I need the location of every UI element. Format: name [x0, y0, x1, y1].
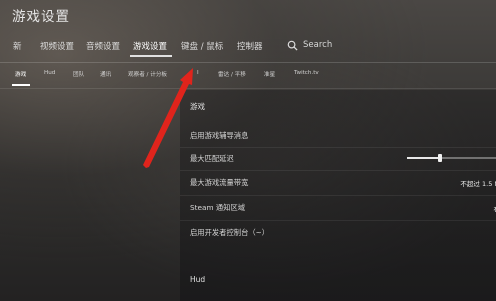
subtab-twitch[interactable]: Twitch.tv: [294, 70, 319, 76]
setting-label: Steam 通知区域: [190, 203, 246, 212]
subtab-crosshair[interactable]: 准星: [264, 70, 275, 78]
subtab-game[interactable]: 游戏: [15, 70, 26, 78]
tab-controller[interactable]: 控制器: [237, 40, 263, 52]
row-divider: [180, 170, 496, 171]
tab-video-settings[interactable]: 视频设置: [40, 40, 74, 52]
slider-handle[interactable]: [438, 154, 442, 162]
search-input[interactable]: [303, 40, 363, 50]
tab-game-settings[interactable]: 游戏设置: [133, 40, 167, 52]
subtab-comms[interactable]: 通讯: [100, 70, 111, 78]
max-ping-slider[interactable]: [407, 154, 496, 162]
setting-label: 启用游戏辅导消息: [190, 131, 249, 140]
subtab-item[interactable]: I: [197, 70, 199, 76]
active-subtab-underline: [12, 84, 30, 86]
tab-audio-settings[interactable]: 音频设置: [86, 40, 120, 52]
search-icon: [287, 36, 303, 55]
setting-row-developer-console[interactable]: 启用开发者控制台（~）: [180, 222, 496, 244]
setting-label: 最大游戏流量带宽: [190, 178, 249, 187]
setting-row-max-bandwidth[interactable]: 最大游戏流量带宽 不超过 1.5 M: [180, 172, 496, 194]
subtab-spectator-scoreboard[interactable]: 观察者 / 计分板: [128, 70, 167, 78]
tab-keyboard-mouse[interactable]: 键盘 / 鼠标: [181, 40, 223, 52]
setting-label: 启用开发者控制台（~）: [190, 228, 270, 237]
row-divider: [180, 220, 496, 221]
sub-nav: 游戏 Hud 团队 通讯 观察者 / 计分板 I 雷达 / 平移 准星 Twit…: [0, 65, 496, 85]
setting-row-steam-notification[interactable]: Steam 通知区域 右: [180, 197, 496, 219]
setting-label: 最大匹配延迟: [190, 154, 234, 163]
setting-row-coaching-messages[interactable]: 启用游戏辅导消息: [180, 125, 496, 147]
section-title-game: 游戏: [190, 102, 205, 111]
subtab-team[interactable]: 团队: [73, 70, 84, 78]
subtab-hud[interactable]: Hud: [44, 70, 55, 76]
bandwidth-value[interactable]: 不超过 1.5 M: [460, 178, 496, 188]
tab-new[interactable]: 新: [13, 40, 22, 52]
slider-fill: [407, 157, 440, 159]
nav-divider: [0, 62, 496, 63]
active-tab-underline: [130, 55, 172, 57]
page-title: 游戏设置: [12, 9, 70, 25]
subtab-radar-pan[interactable]: 雷达 / 平移: [218, 70, 246, 78]
subnav-divider: [0, 88, 496, 89]
main-nav: 新 视频设置 音频设置 游戏设置 键盘 / 鼠标 控制器: [0, 36, 496, 56]
section-title-hud: Hud: [190, 275, 206, 284]
setting-row-max-matchmaking-ping[interactable]: 最大匹配延迟: [180, 148, 496, 170]
search-box[interactable]: [287, 38, 363, 52]
row-divider: [180, 195, 496, 196]
